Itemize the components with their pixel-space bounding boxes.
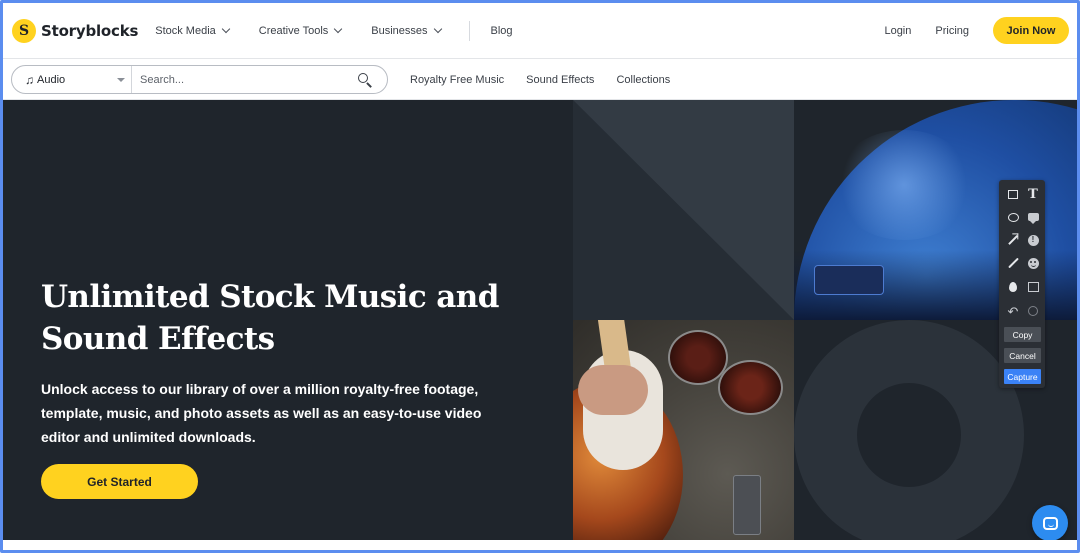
nav-stock-media[interactable]: Stock Media [155, 24, 231, 37]
link-sound-effects[interactable]: Sound Effects [526, 74, 594, 86]
logo-mark: S [12, 18, 36, 43]
capture-toolbar: T ! ↶ Copy Cancel Capture [999, 180, 1045, 388]
info-shape: ! [1027, 234, 1039, 246]
search-navigation: ♫ Audio Royalty Free Music Sound Effects… [3, 60, 1077, 100]
copy-button[interactable]: Copy [1004, 327, 1041, 342]
chevron-down-icon [221, 24, 231, 34]
login-link[interactable]: Login [884, 25, 911, 37]
nav-blog[interactable]: Blog [491, 25, 513, 37]
hand [578, 365, 648, 415]
decorative-triangle-tile [573, 100, 794, 320]
chat-icon [1042, 516, 1058, 530]
hero-subtitle: Unlock access to our library of over a m… [41, 381, 482, 445]
search-icon[interactable] [350, 66, 378, 94]
stage-light-glow [834, 130, 974, 240]
emoji-icon[interactable] [1024, 254, 1042, 272]
drum-left [668, 330, 728, 385]
redo-shape [1028, 306, 1038, 316]
info-icon[interactable]: ! [1024, 231, 1042, 249]
bubble-shape [1027, 213, 1039, 224]
top-navigation: S Storyblocks Stock Media Creative Tools… [3, 3, 1077, 59]
image-insert-icon[interactable] [1024, 278, 1042, 296]
hero-section: Unlimited Stock Music and Sound Effects … [3, 100, 1077, 540]
guitar-photo [573, 320, 794, 540]
line-icon[interactable] [1004, 254, 1022, 272]
image-shape [1027, 282, 1039, 292]
drop-shape [1009, 282, 1017, 292]
emoji-shape [1027, 257, 1039, 269]
effects-pedal [733, 475, 761, 535]
ellipse-shape [1007, 212, 1019, 222]
rectangle-shape [1008, 189, 1018, 199]
join-now-button[interactable]: Join Now [993, 17, 1069, 44]
capture-button[interactable]: Capture [1004, 369, 1041, 384]
dj-deck [814, 265, 884, 295]
nav-businesses[interactable]: Businesses [371, 24, 442, 37]
blur-drop-icon[interactable] [1004, 278, 1022, 296]
media-type-value: Audio [37, 73, 66, 86]
hero-title: Unlimited Stock Music and Sound Effects [41, 279, 499, 357]
arrow-shape [1008, 235, 1018, 245]
nav-creative-tools-label: Creative Tools [258, 24, 329, 37]
caret-down-icon [117, 78, 125, 82]
nav-businesses-label: Businesses [371, 24, 428, 37]
text-icon[interactable]: T [1024, 185, 1042, 203]
search-bar: ♫ Audio [11, 65, 388, 94]
storyblocks-logo[interactable]: S Storyblocks [12, 18, 139, 43]
nav-right-group: Login Pricing Join Now [884, 17, 1077, 44]
nav-stock-media-label: Stock Media [155, 24, 216, 37]
logo-text: Storyblocks [41, 21, 139, 40]
pricing-link[interactable]: Pricing [935, 25, 969, 37]
search-icon-ring [358, 72, 368, 83]
ellipse-icon[interactable] [1004, 208, 1022, 226]
link-royalty-free-music[interactable]: Royalty Free Music [410, 74, 504, 86]
link-collections[interactable]: Collections [616, 74, 670, 86]
triangle-lower [573, 100, 794, 320]
nav-divider [468, 20, 470, 41]
arrow-icon[interactable] [1004, 231, 1022, 249]
drum-right [718, 360, 783, 415]
search-input[interactable] [140, 66, 350, 93]
nav-creative-tools[interactable]: Creative Tools [258, 24, 343, 37]
chat-launcher[interactable] [1032, 505, 1068, 541]
rectangle-icon[interactable] [1004, 185, 1022, 203]
get-started-button[interactable]: Get Started [41, 464, 198, 499]
redo-icon[interactable] [1024, 302, 1042, 320]
search-icon-handle [366, 81, 372, 88]
browser-frame: S Storyblocks Stock Media Creative Tools… [0, 0, 1080, 553]
music-note-icon: ♫ [25, 72, 34, 87]
bottom-strip [3, 540, 1077, 550]
chevron-down-icon [334, 24, 343, 34]
speech-bubble-icon[interactable] [1024, 208, 1042, 226]
chevron-down-icon [433, 24, 442, 34]
line-shape [1007, 257, 1019, 269]
media-type-select[interactable]: ♫ Audio [12, 66, 132, 93]
circle-inner [857, 383, 961, 487]
undo-icon[interactable]: ↶ [1004, 302, 1022, 320]
cancel-button[interactable]: Cancel [1004, 348, 1041, 363]
